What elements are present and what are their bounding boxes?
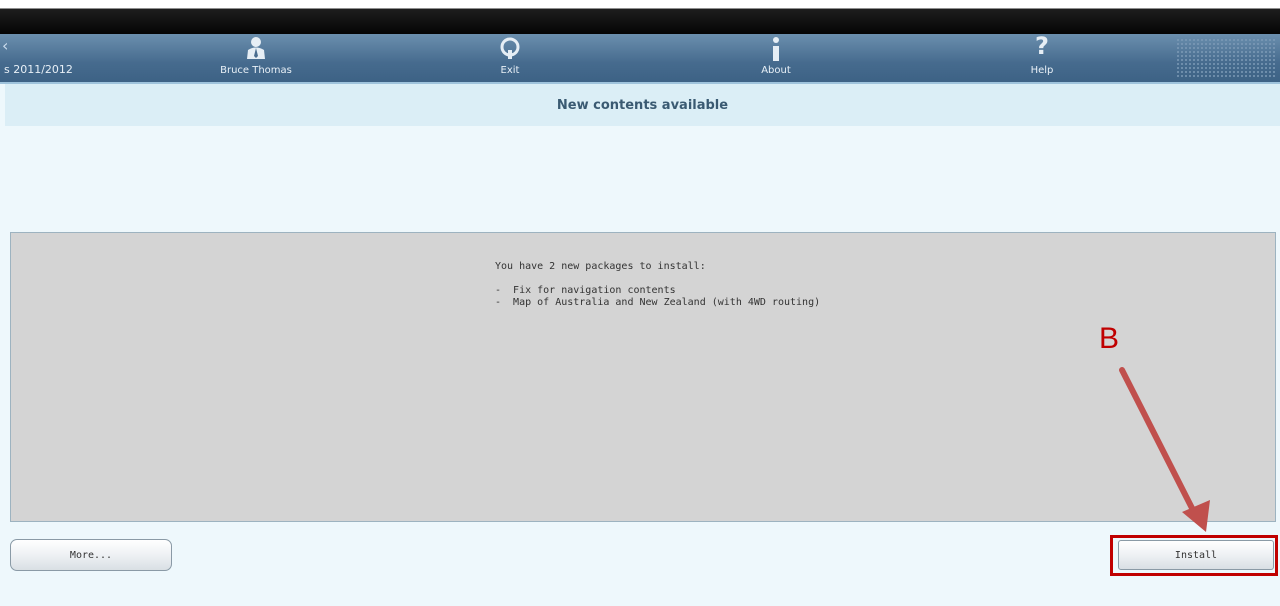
package-item: - Fix for navigation contents (495, 285, 676, 296)
chevron-left-icon: ‹ (2, 36, 9, 55)
exit-label: Exit (500, 65, 520, 76)
packages-intro: You have 2 new packages to install: (495, 261, 706, 272)
about-button[interactable]: About (744, 34, 808, 82)
toolbar-grip (1176, 38, 1276, 78)
about-label: About (761, 65, 791, 76)
exit-button[interactable]: Exit (478, 34, 542, 82)
annotation-letter: B (1099, 322, 1120, 355)
page-title: New contents available (5, 84, 1280, 126)
install-highlight-box (1110, 535, 1278, 576)
power-icon (498, 36, 522, 63)
packages-panel: You have 2 new packages to install: - Fi… (10, 232, 1276, 522)
user-button[interactable]: Bruce Thomas (218, 34, 294, 82)
annotation-arrow-icon (1119, 367, 1210, 532)
info-icon (769, 36, 783, 65)
year-selector[interactable]: ‹ s 2011/2012 (0, 34, 80, 82)
user-icon (245, 36, 267, 63)
help-label: Help (1030, 65, 1054, 76)
packages-message: You have 2 new packages to install: - Fi… (495, 261, 820, 309)
help-button[interactable]: ? Help (1010, 32, 1074, 82)
more-button[interactable]: More... (10, 539, 172, 571)
year-label: s 2011/2012 (4, 63, 73, 76)
help-icon: ? (1035, 32, 1049, 60)
toolbar: ‹ s 2011/2012 Bruce Thomas Exit About ? … (0, 32, 1280, 84)
package-item: - Map of Australia and New Zealand (with… (495, 297, 821, 308)
window-top-bar (0, 0, 1280, 34)
user-label: Bruce Thomas (220, 65, 292, 76)
